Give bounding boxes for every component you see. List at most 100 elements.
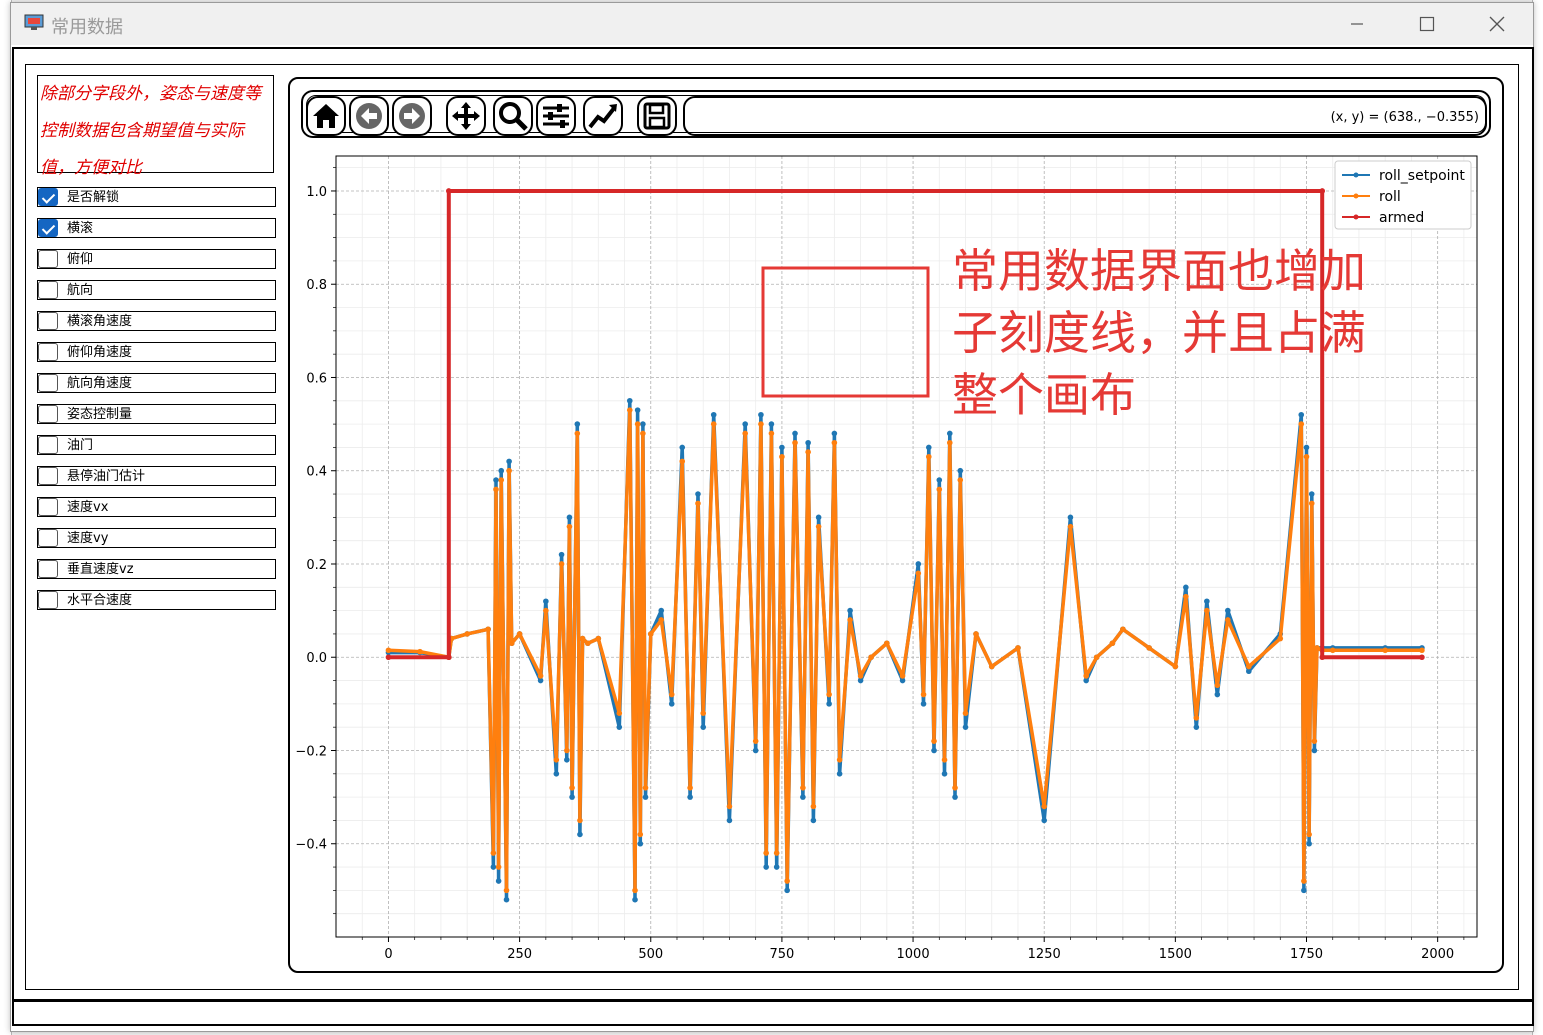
data-point-roll xyxy=(915,570,922,577)
data-point-roll_setpoint xyxy=(768,421,775,427)
data-point-roll_setpoint xyxy=(658,607,665,614)
data-point-roll xyxy=(485,626,491,633)
data-point-armed xyxy=(385,654,392,661)
data-point-roll_setpoint xyxy=(957,467,964,474)
data-point-roll_setpoint xyxy=(792,430,798,437)
close-icon xyxy=(1489,16,1505,32)
data-point-roll xyxy=(784,878,790,884)
data-point-roll xyxy=(1225,617,1231,623)
data-point-roll_setpoint xyxy=(626,397,633,404)
data-point-roll_setpoint xyxy=(574,421,581,427)
data-point-roll_setpoint xyxy=(1308,491,1315,497)
data-point-roll_setpoint xyxy=(490,864,497,870)
data-point-roll_setpoint xyxy=(773,864,780,870)
data-point-roll xyxy=(1298,421,1305,427)
data-point-roll xyxy=(868,654,874,661)
data-point-roll_setpoint xyxy=(700,724,707,730)
data-point-roll xyxy=(579,635,586,642)
data-point-roll xyxy=(800,784,806,791)
data-point-roll_setpoint xyxy=(637,840,644,847)
data-point-roll xyxy=(773,850,780,856)
data-point-roll_setpoint xyxy=(847,607,853,614)
close-button[interactable] xyxy=(1462,3,1532,45)
data-point-roll_setpoint xyxy=(1298,411,1305,418)
data-point-roll xyxy=(490,850,497,856)
app-icon xyxy=(24,14,44,30)
data-point-roll xyxy=(495,864,502,870)
data-point-roll xyxy=(1146,645,1152,651)
y-tick-label: 0.8 xyxy=(306,278,327,293)
data-point-roll xyxy=(577,817,583,824)
data-point-roll xyxy=(1183,593,1189,600)
data-point-roll_setpoint xyxy=(566,514,573,521)
data-point-roll xyxy=(626,407,633,413)
data-point-roll xyxy=(742,430,748,437)
data-point-roll xyxy=(726,803,733,810)
data-point-roll xyxy=(687,784,693,791)
data-point-roll xyxy=(815,523,822,530)
data-point-roll xyxy=(779,453,785,460)
data-point-roll_setpoint xyxy=(758,411,764,418)
data-point-roll_setpoint xyxy=(742,421,748,427)
data-point-roll_setpoint xyxy=(679,444,686,451)
annotation-text-line: 整个画布 xyxy=(952,368,1136,422)
data-point-roll_setpoint xyxy=(1214,691,1221,698)
maximize-button[interactable] xyxy=(1392,3,1462,45)
data-point-roll_setpoint xyxy=(1041,817,1048,824)
data-point-roll xyxy=(946,439,953,446)
data-point-roll xyxy=(1308,500,1315,507)
data-point-roll_setpoint xyxy=(710,411,717,418)
title-bar[interactable]: 常用数据 xyxy=(11,3,1533,45)
x-tick-label: 750 xyxy=(769,947,794,962)
minimize-button[interactable] xyxy=(1322,3,1392,45)
data-point-roll xyxy=(1214,682,1221,689)
data-point-roll_setpoint xyxy=(810,817,817,824)
data-point-roll xyxy=(640,430,646,437)
y-tick-label: 0.4 xyxy=(306,465,327,480)
data-point-roll xyxy=(810,803,817,810)
data-point-roll xyxy=(805,449,811,455)
data-point-roll_setpoint xyxy=(1303,444,1310,451)
data-point-roll_setpoint xyxy=(952,794,958,800)
data-point-roll_setpoint xyxy=(1204,598,1210,605)
data-point-roll xyxy=(1311,738,1318,744)
data-point-roll xyxy=(503,887,510,894)
data-point-roll_setpoint xyxy=(543,598,549,605)
x-tick-label: 500 xyxy=(638,947,663,962)
app-window: 常用数据 除部分字段外，姿态与速度等控制数据包含期望值与实际值，方便对比 是否解… xyxy=(10,2,1534,1032)
data-point-roll_setpoint xyxy=(1301,887,1307,894)
data-point-roll xyxy=(899,673,906,679)
data-point-roll_setpoint xyxy=(616,724,623,730)
y-tick-label: 0.2 xyxy=(306,558,327,573)
data-point-roll xyxy=(647,631,654,637)
data-point-roll xyxy=(464,631,470,637)
data-point-roll xyxy=(616,710,623,716)
legend-marker xyxy=(1353,193,1359,199)
data-point-roll_setpoint xyxy=(1193,724,1200,730)
data-point-roll_setpoint xyxy=(1311,747,1318,754)
data-point-roll xyxy=(700,710,707,716)
data-point-roll xyxy=(516,631,523,637)
status-bar xyxy=(12,1000,1534,1026)
data-point-roll_setpoint xyxy=(642,794,649,800)
data-point-roll xyxy=(952,784,958,791)
data-point-roll_setpoint xyxy=(640,421,646,427)
data-point-roll xyxy=(1329,647,1336,654)
data-point-roll xyxy=(1015,645,1021,651)
data-point-roll xyxy=(826,691,832,698)
data-point-armed xyxy=(1319,654,1326,661)
data-point-roll xyxy=(1041,803,1048,810)
x-tick-label: 1500 xyxy=(1159,947,1192,962)
data-point-roll_setpoint xyxy=(632,896,638,903)
data-point-roll xyxy=(962,710,969,716)
data-point-roll_setpoint xyxy=(925,444,932,451)
data-point-roll_setpoint xyxy=(498,467,505,474)
data-point-roll xyxy=(1314,645,1320,651)
data-point-roll xyxy=(768,430,775,437)
data-point-roll_setpoint xyxy=(695,491,701,497)
roll-chart[interactable]: 0 250 500 750 1000 1250 1500 1750 2000 −0.4 −0.2 0.… xyxy=(26,65,1518,989)
data-point-armed xyxy=(445,188,452,194)
data-point-roll xyxy=(558,561,565,567)
data-point-roll_setpoint xyxy=(800,794,806,800)
data-point-roll xyxy=(931,738,937,744)
